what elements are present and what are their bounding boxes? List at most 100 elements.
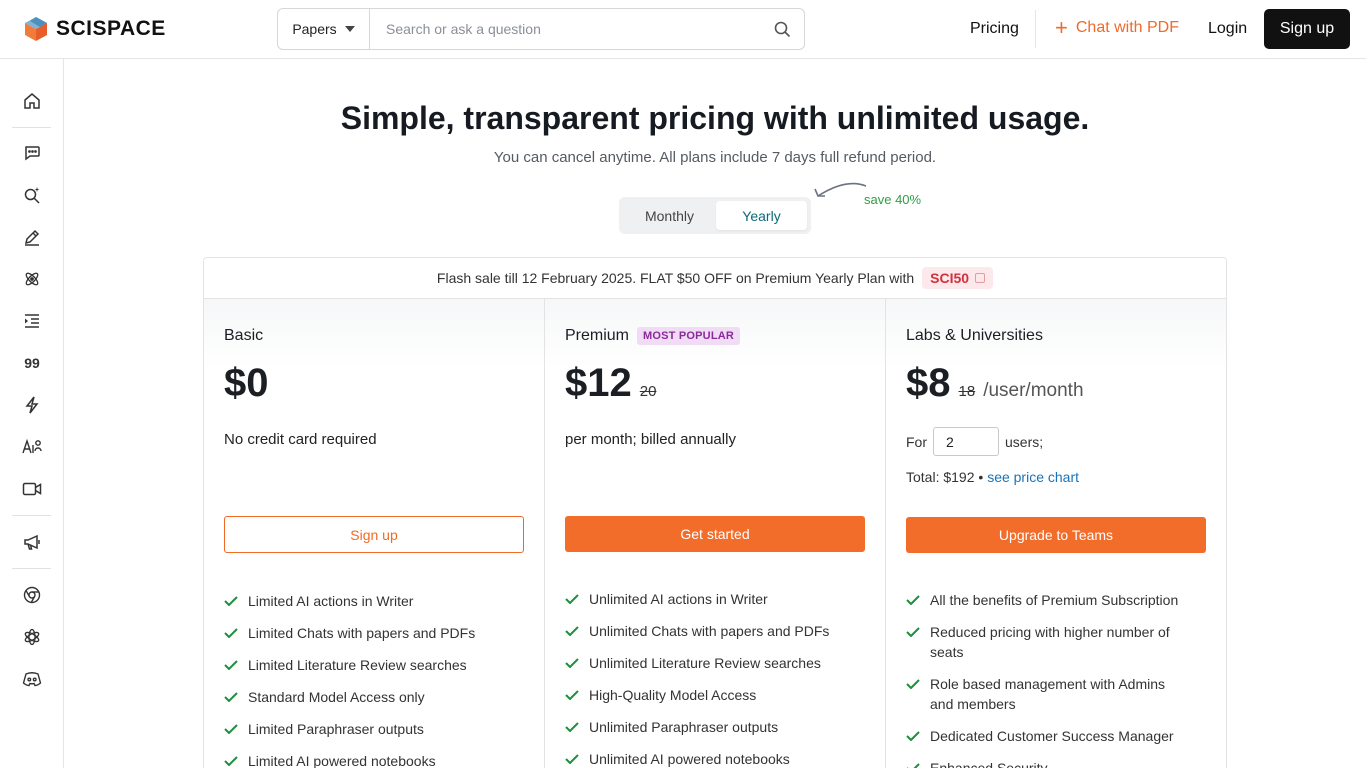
check-icon: [224, 719, 240, 739]
plan-note: No credit card required: [224, 431, 377, 448]
search-sparkle-icon[interactable]: [20, 183, 44, 207]
check-icon: [224, 751, 240, 768]
price-amount: $8: [906, 361, 951, 405]
signup-button[interactable]: Sign up: [1264, 9, 1350, 49]
nav-chat-pdf-link[interactable]: + Chat with PDF: [1055, 17, 1179, 39]
feature-item: High-Quality Model Access: [565, 685, 829, 705]
price-amount: $0: [224, 361, 269, 405]
curved-arrow-icon: [814, 182, 867, 197]
nav-divider: [1035, 10, 1036, 48]
plan-price: $8 18 /user/month: [906, 361, 1084, 406]
check-icon: [565, 621, 581, 641]
feature-item: Unlimited Chats with papers and PDFs: [565, 621, 829, 641]
pricing-table: Flash sale till 12 February 2025. FLAT $…: [203, 257, 1227, 768]
quote-icon[interactable]: 99: [20, 351, 44, 375]
nav-chat-pdf-label: Chat with PDF: [1075, 19, 1179, 36]
feature-list: Limited AI actions in Writer Limited Cha…: [224, 591, 475, 768]
users-prefix: For: [906, 433, 927, 450]
sidebar-divider: [12, 568, 51, 569]
total-price: Total: $192 •: [906, 469, 984, 485]
check-icon: [565, 685, 581, 705]
plan-basic: Basic $0 No credit card required Sign up…: [204, 299, 545, 768]
plan-note: per month; billed annually: [565, 431, 736, 448]
price-chart-link[interactable]: see price chart: [987, 469, 1079, 485]
check-icon: [224, 687, 240, 707]
save-note: save 40%: [864, 192, 922, 207]
chrome-icon[interactable]: [20, 583, 44, 607]
sidebar-divider: [12, 515, 51, 516]
feature-item: Limited Paraphraser outputs: [224, 719, 475, 739]
search-type-label: Papers: [292, 21, 337, 37]
ai-detector-icon[interactable]: [20, 435, 44, 459]
check-icon: [224, 591, 240, 611]
pen-icon[interactable]: [20, 225, 44, 249]
discord-icon[interactable]: [20, 667, 44, 691]
feature-item: Standard Model Access only: [224, 687, 475, 707]
feature-item: Unlimited AI actions in Writer: [565, 589, 829, 609]
feature-item: Unlimited Paraphraser outputs: [565, 717, 829, 737]
search-icon: [774, 21, 790, 37]
users-row: For users;: [906, 427, 1043, 456]
plan-premium: Premium MOST POPULAR $12 20 per month; b…: [545, 299, 886, 768]
megaphone-icon[interactable]: [20, 530, 44, 554]
plan-name-label: Premium: [565, 327, 630, 344]
plan-price: $12 20: [565, 361, 656, 406]
sidebar-divider: [12, 127, 51, 128]
upgrade-teams-button[interactable]: Upgrade to Teams: [906, 517, 1206, 553]
search-button[interactable]: [760, 9, 804, 49]
atom-icon[interactable]: [20, 267, 44, 291]
feature-item: Limited AI powered notebooks: [224, 751, 475, 768]
scispace-logo-icon: [25, 17, 47, 41]
feature-item: Reduced pricing with higher number of se…: [906, 622, 1196, 662]
feature-item: Role based management with Admins and me…: [906, 674, 1196, 714]
get-started-button[interactable]: Get started: [565, 516, 865, 552]
users-count-input[interactable]: [933, 427, 999, 456]
sidebar: 99: [0, 59, 64, 768]
check-icon: [906, 726, 922, 746]
feature-item: All the benefits of Premium Subscription: [906, 590, 1196, 610]
toggle-monthly[interactable]: Monthly: [623, 201, 716, 230]
login-link[interactable]: Login: [1208, 20, 1247, 38]
top-header: SCISPACE Papers Pricing + Chat with PDF …: [0, 0, 1366, 59]
indent-list-icon[interactable]: [20, 309, 44, 333]
check-icon: [565, 589, 581, 609]
users-suffix: users;: [1005, 433, 1044, 450]
check-icon: [906, 758, 922, 768]
plan-teams: Labs & Universities $8 18 /user/month Fo…: [886, 299, 1226, 768]
plan-name: Basic: [224, 327, 263, 345]
logo-text: SCISPACE: [56, 17, 166, 40]
video-icon[interactable]: [20, 477, 44, 501]
feature-item: Unlimited AI powered notebooks: [565, 749, 829, 768]
logo[interactable]: SCISPACE: [24, 16, 166, 42]
plan-name-label: Labs & Universities: [906, 327, 1043, 344]
feature-item: Enhanced Security: [906, 758, 1196, 768]
price-amount: $12: [565, 361, 632, 405]
basic-signup-button[interactable]: Sign up: [224, 516, 524, 553]
check-icon: [565, 653, 581, 673]
total-row: Total: $192 • see price chart: [906, 469, 1079, 485]
feature-item: Limited Chats with papers and PDFs: [224, 623, 475, 643]
plan-name: Labs & Universities: [906, 327, 1043, 345]
check-icon: [565, 717, 581, 737]
coupon-code[interactable]: SCI50: [922, 267, 994, 289]
search-type-dropdown[interactable]: Papers: [278, 9, 370, 49]
check-icon: [224, 655, 240, 675]
lightning-icon[interactable]: [20, 393, 44, 417]
home-icon[interactable]: [20, 89, 44, 113]
check-icon: [906, 590, 922, 610]
feature-item: Limited AI actions in Writer: [224, 591, 475, 611]
coupon-code-label: SCI50: [930, 270, 970, 286]
toggle-yearly[interactable]: Yearly: [716, 201, 807, 230]
chat-bubble-icon[interactable]: [20, 141, 44, 165]
search-bar: Papers: [277, 8, 805, 50]
feature-item: Limited Literature Review searches: [224, 655, 475, 675]
page-subtitle: You can cancel anytime. All plans includ…: [493, 149, 937, 166]
feature-item: Dedicated Customer Success Manager: [906, 726, 1196, 746]
openai-icon[interactable]: [20, 625, 44, 649]
search-input[interactable]: [370, 9, 760, 49]
check-icon: [906, 622, 922, 642]
price-old: 18: [958, 383, 976, 400]
flash-sale-banner: Flash sale till 12 February 2025. FLAT $…: [204, 258, 1226, 299]
plan-price: $0: [224, 361, 269, 406]
nav-pricing-link[interactable]: Pricing: [970, 20, 1019, 38]
